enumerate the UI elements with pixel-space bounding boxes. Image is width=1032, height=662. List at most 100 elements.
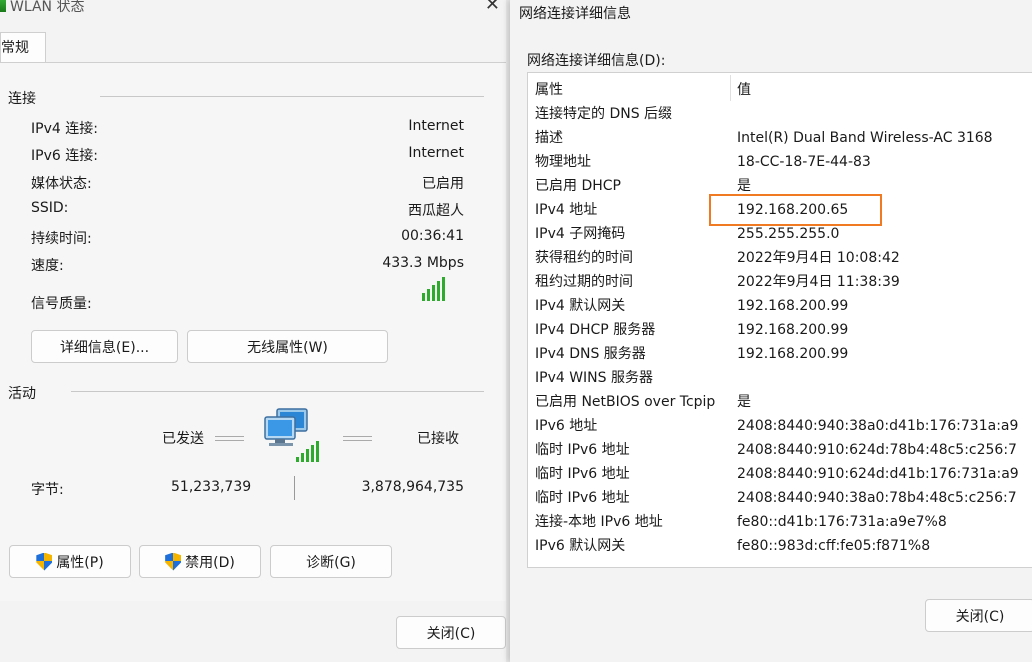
value-cell: fe80::d41b:176:731a:a9e7%8 [737,514,947,530]
media-state-label: 媒体状态: [31,176,92,192]
bytes-label: 字节: [31,482,64,498]
window-title: WLAN 状态 [0,0,84,16]
speed-value: 433.3 Mbps [382,255,464,271]
disable-button[interactable]: 禁用(D) [139,545,261,578]
value-cell: 192.168.200.99 [737,298,849,314]
property-cell: IPv6 默认网关 [535,538,626,554]
network-computers-icon [263,407,323,463]
list-header: 属性 值 [528,73,1032,103]
received-label: 已接收 [417,431,459,447]
list-item[interactable]: 临时 IPv6 地址 2408:8440:910:624d:d41b:176:73… [528,462,1032,486]
property-cell: IPv4 默认网关 [535,298,626,314]
sent-line [215,436,244,441]
group-activity-title: 活动 [8,386,36,402]
properties-button[interactable]: 属性(P) [9,545,131,578]
wifi-icon [0,0,6,12]
value-cell: 192.168.200.99 [737,322,849,338]
signal-quality-label: 信号质量: [31,296,92,312]
ipv6-connection-label: IPv6 连接: [31,148,98,164]
value-cell: 是 [737,394,751,410]
details-caption: 网络连接详细信息(D): [527,53,666,69]
value-cell: 192.168.200.99 [737,346,849,362]
column-header-property[interactable]: 属性 [535,79,563,99]
list-item[interactable]: IPv4 默认网关 192.168.200.99 [528,294,1032,318]
value-cell: Intel(R) Dual Band Wireless-AC 3168 [737,130,993,146]
speed-label: 速度: [31,258,64,274]
property-cell: 物理地址 [535,154,591,170]
list-item[interactable]: 获得租约的时间 2022年9月4日 10:08:42 [528,246,1032,270]
list-item[interactable]: 连接-本地 IPv6 地址 fe80::d41b:176:731a:a9e7%8 [528,510,1032,534]
property-cell: IPv4 DNS 服务器 [535,346,646,362]
value-cell: fe80::983d:cff:fe05:f871%8 [737,538,931,554]
list-item[interactable]: IPv4 DHCP 服务器 192.168.200.99 [528,318,1032,342]
close-icon[interactable]: ✕ [485,0,500,15]
list-item[interactable]: 租约过期的时间 2022年9月4日 11:38:39 [528,270,1032,294]
divider [100,96,484,97]
details-button[interactable]: 详细信息(E)... [31,330,178,363]
property-cell: 临时 IPv6 地址 [535,442,630,458]
column-separator[interactable] [730,75,731,101]
sent-label: 已发送 [162,431,204,447]
close-button[interactable]: 关闭(C) [925,599,1032,632]
list-item[interactable]: IPv4 WINS 服务器 [528,366,1032,390]
activity-divider [294,476,295,500]
sent-bytes-value: 51,233,739 [171,479,252,495]
title-bar: WLAN 状态 ✕ [0,0,506,16]
list-item[interactable]: 连接特定的 DNS 后缀 [528,102,1032,126]
ssid-value: 西瓜超人 [408,203,464,219]
received-line [343,436,372,441]
tab-general[interactable]: 常规 [0,32,46,63]
value-cell: 2408:8440:910:624d:78b4:48c5:c256:7 [737,442,1017,458]
property-cell: 描述 [535,130,563,146]
list-item[interactable]: 已启用 NetBIOS over Tcpip 是 [528,390,1032,414]
ipv4-connection-label: IPv4 连接: [31,121,98,137]
list-item[interactable]: 物理地址 18-CC-18-7E-44-83 [528,150,1032,174]
received-bytes-value: 3,878,964,735 [361,479,464,495]
group-connection-title: 连接 [8,91,36,107]
diagnose-button[interactable]: 诊断(G) [270,545,392,578]
tab-panel: 连接 IPv4 连接: Internet IPv6 连接: Internet 媒… [0,62,506,601]
property-cell: 临时 IPv6 地址 [535,490,630,506]
ssid-label: SSID: [31,200,69,216]
list-item[interactable]: IPv6 地址 2408:8440:940:38a0:d41b:176:731a:… [528,414,1032,438]
list-item[interactable]: 临时 IPv6 地址 2408:8440:910:624d:78b4:48c5:c… [528,438,1032,462]
signal-strength-icon [422,277,445,301]
highlight-annotation [709,194,882,226]
property-cell: IPv6 地址 [535,418,598,434]
value-cell: 2408:8440:940:38a0:d41b:176:731a:a9 [737,418,1019,434]
column-header-value[interactable]: 值 [737,79,751,99]
network-details-window: 网络连接详细信息 网络连接详细信息(D): 属性 值 连接特定的 DNS 后缀描… [510,0,1032,662]
value-cell: 2022年9月4日 11:38:39 [737,274,900,290]
ipv4-connection-value: Internet [408,118,464,134]
list-item[interactable]: 临时 IPv6 地址 2408:8440:940:38a0:78b4:48c5:c… [528,486,1032,510]
property-cell: 连接-本地 IPv6 地址 [535,514,663,530]
value-cell: 18-CC-18-7E-44-83 [737,154,871,170]
property-cell: 已启用 DHCP [535,178,621,194]
property-cell: 获得租约的时间 [535,250,633,266]
window-title: 网络连接详细信息 [519,6,631,22]
list-item[interactable]: 描述 Intel(R) Dual Band Wireless-AC 3168 [528,126,1032,150]
duration-value: 00:36:41 [401,228,464,244]
close-button[interactable]: 关闭(C) [396,616,506,649]
property-cell: 租约过期的时间 [535,274,633,290]
property-cell: 已启用 NetBIOS over Tcpip [535,394,716,410]
property-cell: IPv4 地址 [535,202,598,218]
value-cell: 2408:8440:940:38a0:78b4:48c5:c256:7 [737,490,1017,506]
property-cell: IPv4 WINS 服务器 [535,370,653,386]
wlan-status-window: WLAN 状态 ✕ 常规 连接 IPv4 连接: Internet IPv6 连… [0,0,506,662]
value-cell: 2408:8440:910:624d:d41b:176:731a:a9 [737,466,1019,482]
wireless-properties-button[interactable]: 无线属性(W) [187,330,388,363]
details-list[interactable]: 属性 值 连接特定的 DNS 后缀 描述 Intel(R) Dual Band Wi… [527,72,1032,568]
value-cell: 2022年9月4日 10:08:42 [737,250,900,266]
property-cell: 连接特定的 DNS 后缀 [535,106,673,122]
shield-icon [165,552,182,571]
list-item[interactable]: IPv6 默认网关 fe80::983d:cff:fe05:f871%8 [528,534,1032,558]
divider [71,391,484,392]
duration-label: 持续时间: [31,231,92,247]
property-cell: IPv4 DHCP 服务器 [535,322,656,338]
list-item[interactable]: IPv4 DNS 服务器 192.168.200.99 [528,342,1032,366]
property-cell: IPv4 子网掩码 [535,226,626,242]
media-state-value: 已启用 [422,176,464,192]
properties-button-label: 属性(P) [56,554,104,571]
property-cell: 临时 IPv6 地址 [535,466,630,482]
